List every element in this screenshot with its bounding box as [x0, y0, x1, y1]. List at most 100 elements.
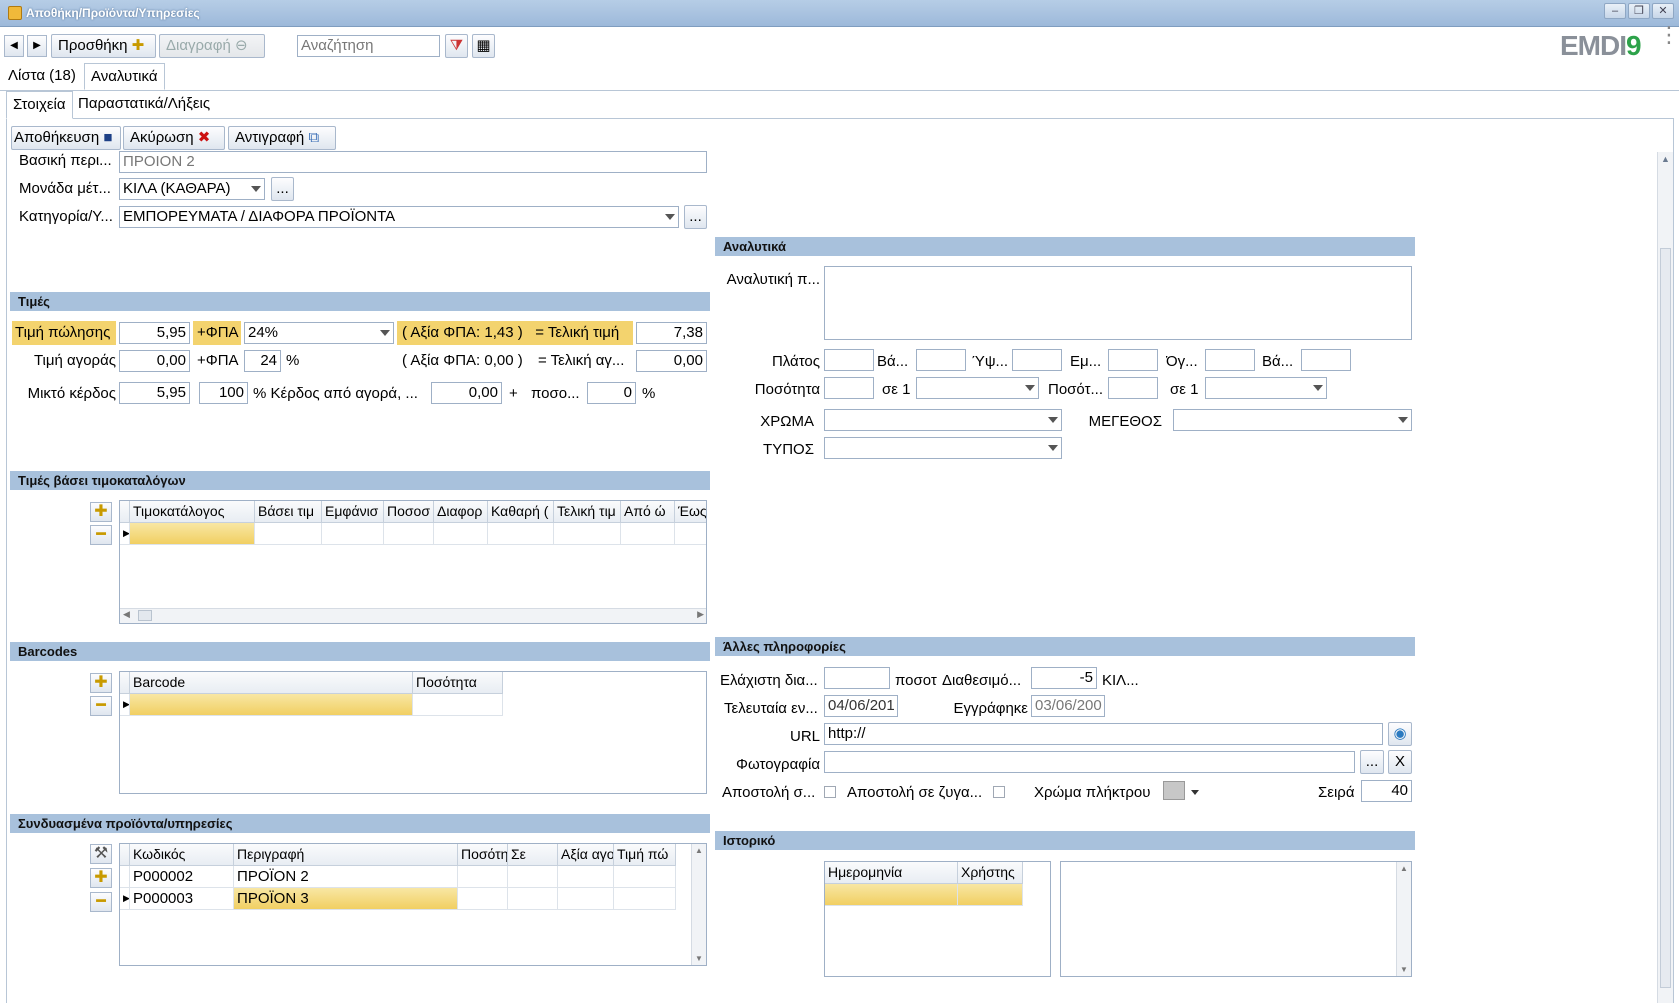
globe-icon[interactable]: ◉	[1388, 722, 1412, 746]
column-header[interactable]: Τιμή πώ	[614, 844, 676, 866]
sell-price-field[interactable]: 5,95	[119, 322, 190, 344]
order-field[interactable]: 40	[1361, 780, 1412, 802]
wand-icon[interactable]: ⚒	[90, 844, 112, 864]
columns-icon[interactable]: ▦	[472, 34, 495, 58]
next-record-button[interactable]: ▶	[27, 35, 47, 57]
column-header[interactable]: Barcode	[130, 672, 413, 694]
quantity2-field[interactable]	[1108, 377, 1158, 399]
table-cell[interactable]	[413, 694, 503, 716]
table-cell[interactable]	[458, 888, 508, 910]
table-cell[interactable]	[508, 866, 558, 888]
sell-final-field[interactable]: 7,38	[636, 322, 707, 344]
table-cell[interactable]	[384, 523, 434, 545]
width-field[interactable]	[824, 349, 874, 371]
key-color-swatch[interactable]	[1163, 781, 1185, 800]
profit-from-field[interactable]: 0,00	[431, 382, 502, 404]
quantity-field[interactable]	[824, 377, 874, 399]
vertical-scrollbar[interactable]: ▲ ▼	[691, 844, 706, 965]
table-cell[interactable]	[130, 523, 255, 545]
horizontal-scrollbar[interactable]: ◀ ▶	[120, 608, 706, 623]
column-header[interactable]: Περιγραφή	[234, 844, 458, 866]
height-field[interactable]	[1012, 349, 1062, 371]
photo-browse-button[interactable]: ...	[1360, 750, 1384, 774]
tab-list[interactable]: Λίστα (18)	[2, 63, 82, 90]
color-select[interactable]	[824, 409, 1062, 431]
buy-vat-field[interactable]: 24	[244, 350, 281, 372]
table-cell[interactable]	[825, 884, 958, 906]
table-cell[interactable]	[434, 523, 488, 545]
table-cell[interactable]: ΠΡΟΪΟΝ 2	[234, 866, 458, 888]
column-header[interactable]: Καθαρή (	[488, 501, 554, 523]
column-header[interactable]: Ποσότη	[458, 844, 508, 866]
barcodes-grid[interactable]: Barcode Ποσότητα ▶	[119, 671, 707, 794]
save-button[interactable]: Αποθήκευση ■	[11, 126, 121, 150]
send2-checkbox[interactable]	[993, 786, 1005, 798]
photo-field[interactable]	[824, 751, 1355, 773]
profit-field[interactable]: 5,95	[119, 382, 190, 404]
related-remove-icon[interactable]: ━	[90, 892, 112, 912]
search-input[interactable]: Αναζήτηση	[297, 35, 440, 57]
table-cell[interactable]	[675, 523, 706, 545]
column-header[interactable]: Τιμοκατάλογος	[130, 501, 255, 523]
table-cell[interactable]	[458, 866, 508, 888]
tab-documents[interactable]: Παραστατικά/Λήξεις	[72, 91, 216, 118]
table-cell[interactable]	[488, 523, 554, 545]
clear-filter-icon[interactable]: ⧩	[445, 34, 468, 58]
photo-clear-button[interactable]: X	[1388, 750, 1412, 774]
table-cell[interactable]	[255, 523, 322, 545]
url-field[interactable]: http://	[824, 723, 1383, 745]
column-header[interactable]: Βάσει τιμ	[255, 501, 322, 523]
send1-checkbox[interactable]	[824, 786, 836, 798]
delete-button[interactable]: Διαγραφή ⊖	[159, 34, 265, 58]
unit-select[interactable]: ΚΙΛΑ (ΚΑΘΑΡΑ)	[119, 178, 265, 200]
column-header[interactable]: Σε	[508, 844, 558, 866]
in2-select[interactable]	[1205, 377, 1327, 399]
min-stock-field[interactable]	[824, 667, 890, 689]
vat-select[interactable]: 24%	[244, 322, 394, 344]
category-select[interactable]: ΕΜΠΟΡΕΥΜΑΤΑ / ΔΙΑΦΟΡΑ ΠΡΟΪΟΝΤΑ	[119, 206, 679, 228]
pricelist-remove-icon[interactable]: ━	[90, 525, 112, 545]
amount-field[interactable]: 0	[587, 382, 636, 404]
table-cell[interactable]: ΠΡΟΪΟΝ 3	[234, 888, 458, 910]
table-cell[interactable]	[621, 523, 675, 545]
table-cell[interactable]: P000003	[130, 888, 234, 910]
close-icon[interactable]: ✕	[1652, 3, 1674, 19]
barcode-add-icon[interactable]: ✚	[90, 673, 112, 693]
column-header[interactable]: Εμφάνισ	[322, 501, 384, 523]
history-notes[interactable]: ▲ ▼	[1060, 861, 1412, 977]
more-menu-icon[interactable]: ⋮	[1658, 24, 1679, 46]
column-header[interactable]: Ποσοσ	[384, 501, 434, 523]
desc-field[interactable]: ΠΡΟΙΟΝ 2	[119, 151, 707, 173]
volume-field[interactable]	[1205, 349, 1255, 371]
table-cell[interactable]	[614, 888, 676, 910]
column-header[interactable]: Αξία αγο	[558, 844, 614, 866]
registered-field[interactable]: 03/06/200	[1031, 695, 1105, 717]
related-add-icon[interactable]: ✚	[90, 868, 112, 888]
profit-pct-field[interactable]: 100	[199, 382, 248, 404]
buy-final-field[interactable]: 0,00	[636, 350, 707, 372]
column-header[interactable]: Τελική τιμ	[554, 501, 621, 523]
last-date-field[interactable]: 04/06/201	[824, 695, 898, 717]
table-cell[interactable]	[554, 523, 621, 545]
buy-price-field[interactable]: 0,00	[119, 350, 190, 372]
available-field[interactable]: -5	[1031, 667, 1097, 689]
tab-details[interactable]: Αναλυτικά	[84, 63, 165, 90]
barcode-remove-icon[interactable]: ━	[90, 696, 112, 716]
cancel-button[interactable]: Ακύρωση ✖	[123, 126, 225, 150]
column-header[interactable]: Από ώ	[621, 501, 675, 523]
table-cell[interactable]	[130, 694, 413, 716]
column-header[interactable]: Χρήστης	[958, 862, 1023, 884]
column-header[interactable]: Κωδικός	[130, 844, 234, 866]
prev-record-button[interactable]: ◀	[4, 35, 24, 57]
table-cell[interactable]	[558, 866, 614, 888]
in1-select[interactable]	[916, 377, 1039, 399]
table-cell[interactable]	[322, 523, 384, 545]
copy-button[interactable]: Αντιγραφή ⧉	[228, 126, 336, 150]
weight2-field[interactable]	[1301, 349, 1351, 371]
column-header[interactable]: Ημερομηνία	[825, 862, 958, 884]
category-more-button[interactable]: ...	[684, 205, 707, 229]
minimize-icon[interactable]: –	[1604, 3, 1626, 19]
table-cell[interactable]	[958, 884, 1023, 906]
vertical-scrollbar[interactable]: ▲ ▼	[1396, 862, 1411, 976]
analytics-desc-textarea[interactable]	[824, 266, 1412, 340]
